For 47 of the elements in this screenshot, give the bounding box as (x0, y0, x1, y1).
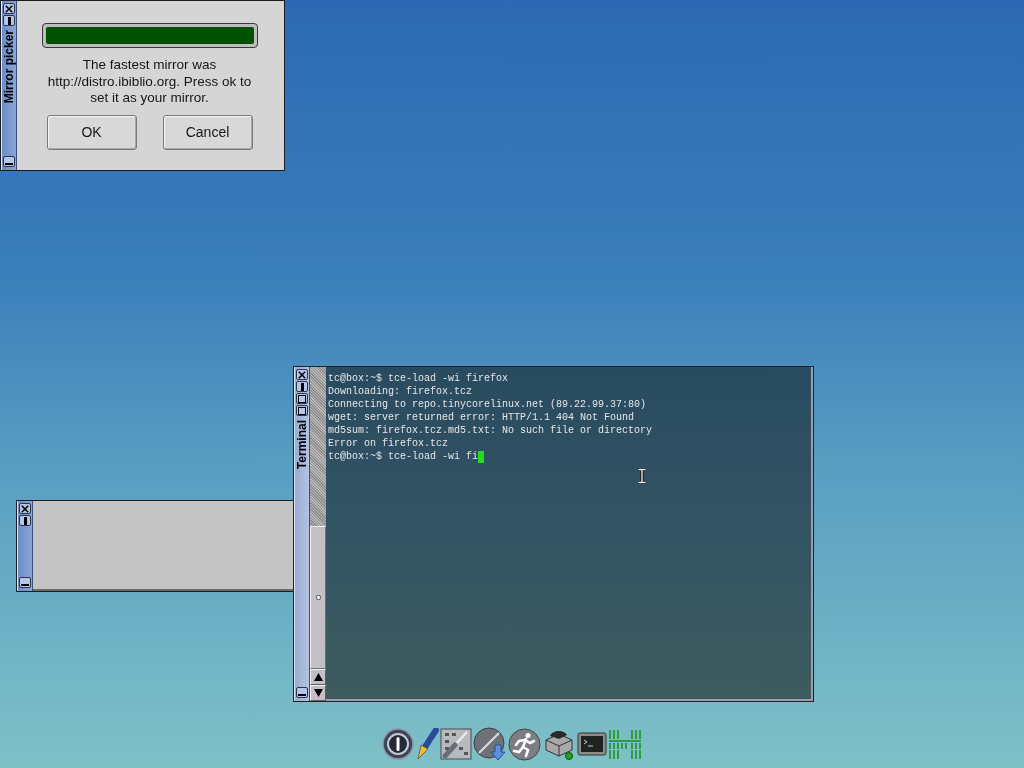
terminal-line: tc@box:~$ tce-load -wi fi (328, 450, 479, 463)
frame-button[interactable] (296, 687, 308, 698)
terminal-line: Error on firefox.tcz (328, 437, 449, 450)
disc-download-icon[interactable] (473, 727, 507, 761)
window-title: Terminal (295, 420, 309, 470)
window-title: Mirror picker (2, 30, 16, 104)
square-icon (298, 394, 306, 403)
bar-icon (7, 16, 11, 25)
minimize-button[interactable] (3, 15, 15, 26)
up-arrow-icon (313, 673, 323, 681)
close-icon (298, 370, 306, 379)
grip-icon (315, 595, 321, 600)
terminal-line: Connecting to repo.tinycorelinux.net (89.22.99.37:80) (328, 398, 647, 411)
underline-icon (21, 584, 29, 586)
minimize-button[interactable] (19, 515, 31, 526)
scroll-up-button[interactable] (310, 669, 326, 685)
terminal-line: tc@box:~$ tce-load -wi firefox (328, 372, 509, 385)
underline-icon (298, 694, 306, 696)
bar-icon (23, 516, 27, 525)
close-button[interactable] (296, 369, 308, 380)
maximize-button[interactable] (296, 393, 308, 404)
close-button[interactable] (3, 3, 15, 14)
terminal-line: Downloading: firefox.tcz (328, 385, 473, 398)
terminal-line: md5sum: firefox.tcz.md5.txt: No such file or directory (328, 424, 653, 437)
close-icon (5, 4, 13, 13)
down-arrow-icon (313, 689, 323, 697)
bar-icon (300, 382, 304, 391)
minimize-button[interactable] (296, 381, 308, 392)
terminal-line: wget: server returned error: HTTP/1.1 404 Not Found (328, 411, 635, 424)
cancel-button[interactable]: Cancel (162, 114, 253, 150)
frame-button[interactable] (19, 577, 31, 588)
text-cursor-icon (637, 468, 647, 484)
underline-icon (5, 163, 13, 165)
dialog-message: The fastest mirror was http://distro.ibiblio.org. Press ok to set it as your mirror. (46, 57, 253, 107)
screwdriver-icon[interactable] (440, 728, 472, 760)
square-icon (298, 406, 306, 415)
maximize-button[interactable] (296, 405, 308, 416)
terminal-icon[interactable] (577, 729, 607, 759)
scroll-down-button[interactable] (310, 685, 326, 701)
ok-button[interactable]: OK (46, 114, 137, 150)
close-button[interactable] (19, 503, 31, 514)
power-icon[interactable] (382, 728, 414, 760)
running-man-icon[interactable] (508, 727, 541, 761)
frame-button[interactable] (3, 156, 15, 167)
pen-icon[interactable] (415, 728, 439, 760)
scrollbar-thumb[interactable] (310, 526, 326, 669)
close-icon (21, 504, 29, 513)
